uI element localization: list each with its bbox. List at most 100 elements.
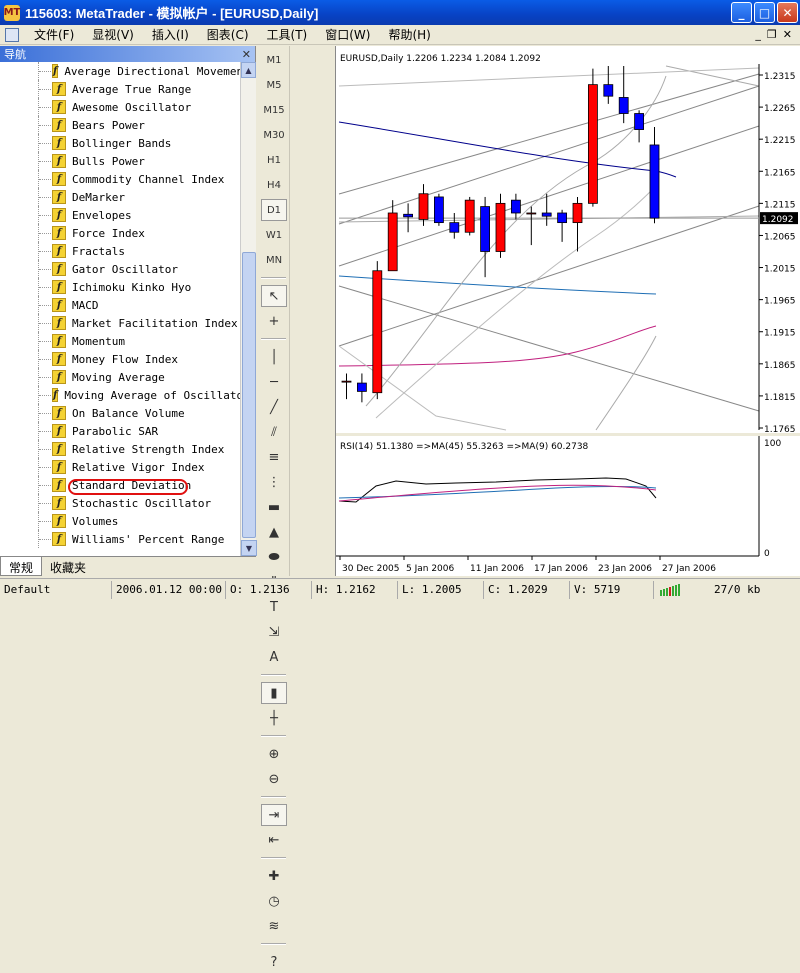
- vertical-line-icon[interactable]: │: [261, 346, 287, 368]
- fibonacci-icon[interactable]: ≡: [261, 446, 287, 468]
- indicator-item[interactable]: f Bears Power: [0, 116, 240, 134]
- indicator-item[interactable]: f Average Directional Movement: [0, 62, 240, 80]
- indicator-item[interactable]: f Market Facilitation Index: [0, 314, 240, 332]
- indicator-label: Envelopes: [72, 208, 132, 222]
- minimize-button[interactable]: _: [731, 2, 752, 23]
- mdi-restore-button[interactable]: ❐: [767, 28, 777, 41]
- indicator-item[interactable]: f Envelopes: [0, 206, 240, 224]
- candle-body: [557, 212, 568, 224]
- autoscroll-icon[interactable]: ⇤: [261, 829, 287, 851]
- timeframe-m30[interactable]: M30: [261, 124, 287, 146]
- indicator-item[interactable]: f Average True Range: [0, 80, 240, 98]
- indicator-item[interactable]: f Parabolic SAR: [0, 422, 240, 440]
- indicator-item[interactable]: f Relative Strength Index: [0, 440, 240, 458]
- indicator-label: Williams' Percent Range: [72, 532, 225, 546]
- timeframe-m5[interactable]: M5: [261, 74, 287, 96]
- bar-chart-icon[interactable]: ▮: [261, 682, 287, 704]
- indicator-label: Ichimoku Kinko Hyo: [72, 280, 192, 294]
- menu-insert[interactable]: 插入(I): [143, 26, 198, 43]
- rectangle-icon[interactable]: ▬: [261, 496, 287, 518]
- arrow-icon[interactable]: ⇲: [261, 621, 287, 643]
- indicator-item[interactable]: f Bulls Power: [0, 152, 240, 170]
- status-datetime: 2006.01.12 00:00: [112, 580, 226, 599]
- indicator-function-icon: f: [52, 532, 66, 546]
- indicator-item[interactable]: f Moving Average of Oscillator: [0, 386, 240, 404]
- zoom-out-icon[interactable]: ⊖: [261, 768, 287, 790]
- templates-icon[interactable]: ≋: [261, 915, 287, 937]
- indicator-item[interactable]: f Volumes: [0, 512, 240, 530]
- navigator-scrollbar[interactable]: ▲ ▼: [240, 62, 257, 556]
- zoom-in-icon[interactable]: ⊕: [261, 743, 287, 765]
- indicator-item[interactable]: f Money Flow Index: [0, 350, 240, 368]
- indicator-item[interactable]: f Force Index: [0, 224, 240, 242]
- tab-favorites[interactable]: 收藏夹: [42, 557, 94, 576]
- scroll-thumb[interactable]: [242, 252, 256, 538]
- mdi-minimize-button[interactable]: _: [755, 28, 761, 41]
- document-icon[interactable]: [5, 27, 19, 42]
- timeframe-w1[interactable]: W1: [261, 224, 287, 246]
- indicator-item[interactable]: f Commodity Channel Index: [0, 170, 240, 188]
- timeframe-h1[interactable]: H1: [261, 149, 287, 171]
- mdi-close-button[interactable]: ✕: [783, 28, 792, 41]
- menu-view[interactable]: 显视(V): [83, 26, 143, 43]
- cursor-icon[interactable]: ↖: [261, 285, 287, 307]
- indicator-item[interactable]: f Ichimoku Kinko Hyo: [0, 278, 240, 296]
- mdi-controls: _ ❐ ✕: [755, 28, 792, 41]
- trendline-icon[interactable]: ╱: [261, 396, 287, 418]
- crosshair-icon[interactable]: +: [261, 310, 287, 332]
- indicator-item[interactable]: f Bollinger Bands: [0, 134, 240, 152]
- menu-file[interactable]: 文件(F): [25, 26, 83, 43]
- candle-chart-icon[interactable]: ┼: [261, 707, 287, 729]
- indicator-item[interactable]: f Moving Average: [0, 368, 240, 386]
- navigator-close-icon[interactable]: ✕: [242, 48, 251, 61]
- indicator-label: Parabolic SAR: [72, 424, 159, 438]
- navigator-panel: 导航 ✕ f Average Directional Movement f Avera…: [0, 46, 257, 576]
- indicator-item[interactable]: f Gator Oscillator: [0, 260, 240, 278]
- ellipse-icon[interactable]: ⬬: [261, 546, 287, 568]
- time-label: 23 Jan 2006: [598, 564, 652, 574]
- price-label: 1.2215: [764, 136, 796, 146]
- indicator-item[interactable]: f Fractals: [0, 242, 240, 260]
- timeframe-m15[interactable]: M15: [261, 99, 287, 121]
- tree-line: [38, 368, 52, 386]
- candle-body: [449, 222, 460, 233]
- tree-line: [38, 296, 52, 314]
- indicator-item[interactable]: f Standard Deviation: [0, 476, 240, 495]
- fib-fan-icon[interactable]: ⋮: [261, 471, 287, 493]
- scroll-up-icon[interactable]: ▲: [241, 62, 256, 78]
- indicators-icon[interactable]: ✚: [261, 865, 287, 887]
- indicator-label: Moving Average of Oscillator: [64, 388, 240, 402]
- timeframe-h4[interactable]: H4: [261, 174, 287, 196]
- help-icon[interactable]: ?: [261, 951, 287, 973]
- indicator-item[interactable]: f Relative Vigor Index: [0, 458, 240, 476]
- periods-icon[interactable]: ◷: [261, 890, 287, 912]
- tab-common[interactable]: 常规: [0, 557, 43, 576]
- scroll-down-icon[interactable]: ▼: [241, 540, 257, 556]
- candle-body: [510, 199, 521, 214]
- menu-window[interactable]: 窗口(W): [316, 26, 379, 43]
- indicator-function-icon: f: [52, 424, 66, 438]
- channel-icon[interactable]: ⫽: [261, 421, 287, 443]
- timeframe-m1[interactable]: M1: [261, 49, 287, 71]
- timeframe-mn[interactable]: MN: [261, 249, 287, 271]
- chart-shift-icon[interactable]: ⇥: [261, 804, 287, 826]
- triangle-icon[interactable]: ▲: [261, 521, 287, 543]
- indicator-item[interactable]: f MACD: [0, 296, 240, 314]
- menu-tools[interactable]: 工具(T): [258, 26, 317, 43]
- indicator-item[interactable]: f Williams' Percent Range: [0, 530, 240, 548]
- indicator-item[interactable]: f Awesome Oscillator: [0, 98, 240, 116]
- indicator-item[interactable]: f On Balance Volume: [0, 404, 240, 422]
- menu-help[interactable]: 帮助(H): [379, 26, 439, 43]
- indicator-item[interactable]: f DeMarker: [0, 188, 240, 206]
- timeframe-d1[interactable]: D1: [261, 199, 287, 221]
- text-label-icon[interactable]: A: [261, 646, 287, 668]
- indicator-item[interactable]: f Stochastic Oscillator: [0, 494, 240, 512]
- indicator-function-icon: f: [52, 154, 66, 168]
- maximize-button[interactable]: □: [754, 2, 775, 23]
- horizontal-line-icon[interactable]: ─: [261, 371, 287, 393]
- chart-window[interactable]: 1.2315 1.2265 1.2215 1.2165 1.2115 1.2065 1.20…: [335, 46, 800, 576]
- menu-charts[interactable]: 图表(C): [198, 26, 258, 43]
- indicator-item[interactable]: f Momentum: [0, 332, 240, 350]
- chart-canvas[interactable]: 1.2315 1.2265 1.2215 1.2165 1.2115 1.2065 1.20…: [336, 46, 800, 576]
- close-button[interactable]: ✕: [777, 2, 798, 23]
